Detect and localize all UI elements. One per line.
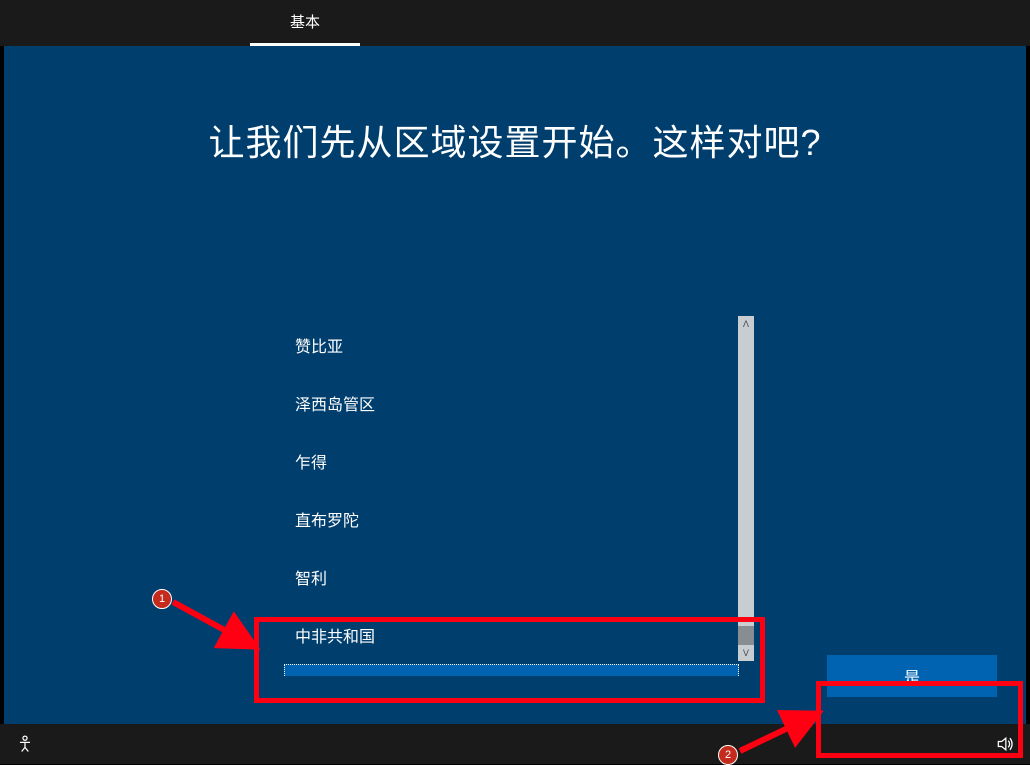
region-list-container: 赞比亚 泽西岛管区 乍得 直布罗陀 智利 中非共和国 中国 ᐱ ᐯ	[284, 316, 754, 676]
tab-basic[interactable]: 基本	[250, 0, 360, 46]
page-heading: 让我们先从区域设置开始。这样对吧?	[4, 114, 1026, 166]
region-item[interactable]: 智利	[284, 548, 739, 606]
region-list[interactable]: 赞比亚 泽西岛管区 乍得 直布罗陀 智利 中非共和国 中国	[284, 316, 739, 676]
confirm-button[interactable]: 是	[827, 655, 997, 697]
main-content: 让我们先从区域设置开始。这样对吧? 赞比亚 泽西岛管区 乍得 直布罗陀 智利 中…	[4, 46, 1026, 724]
scrollbar-up-icon[interactable]: ᐱ	[738, 316, 754, 332]
region-item[interactable]: 赞比亚	[284, 316, 739, 374]
scrollbar-down-icon[interactable]: ᐯ	[738, 645, 754, 661]
scrollbar-thumb[interactable]	[738, 626, 754, 646]
volume-icon[interactable]	[994, 733, 1016, 755]
top-bar: 基本	[0, 0, 1030, 46]
region-item[interactable]: 直布罗陀	[284, 490, 739, 548]
region-item[interactable]: 乍得	[284, 432, 739, 490]
region-item[interactable]: 中非共和国	[284, 606, 739, 664]
region-item-selected[interactable]: 中国	[284, 664, 739, 676]
region-item[interactable]: 泽西岛管区	[284, 374, 739, 432]
scrollbar-track[interactable]	[738, 316, 754, 661]
bottom-bar	[0, 724, 1030, 764]
accessibility-icon[interactable]	[14, 733, 36, 755]
